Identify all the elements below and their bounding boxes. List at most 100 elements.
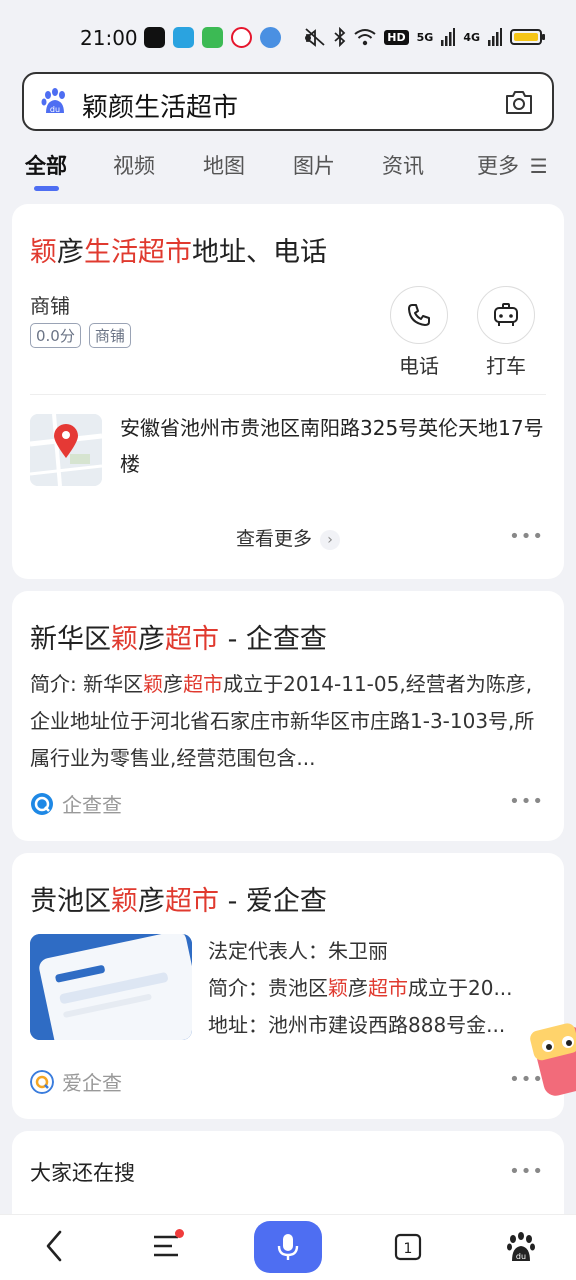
tab-images[interactable]: 图片	[293, 150, 335, 180]
svg-text:1: 1	[404, 1241, 413, 1257]
aqc-source[interactable]: 爱企查	[30, 1067, 122, 1096]
qcc-description: 简介: 新华区颖彦超市成立于2014-11-05,经营者为陈彦,企业地址位于河北…	[30, 666, 550, 777]
wifi-icon	[354, 29, 376, 46]
tab-video[interactable]: 视频	[113, 150, 155, 180]
store-card[interactable]: 颖彦生活超市地址、电话 商铺 0.0分 商铺 电话 打车 安徽省池州市贵池区南阳…	[12, 204, 564, 579]
store-badges: 0.0分 商铺	[30, 323, 131, 348]
map-pin-icon	[30, 414, 102, 486]
taxi-button[interactable]: 打车	[477, 286, 535, 379]
title-part: 颖	[111, 624, 138, 655]
notification-dot	[175, 1229, 184, 1238]
status-time: 21:00	[80, 26, 138, 50]
qcc-logo-icon	[31, 792, 53, 815]
title-part: 贵池区	[30, 886, 111, 917]
title-part: 超市	[165, 624, 219, 655]
chevron-right-icon: ›	[320, 529, 340, 550]
call-button[interactable]: 电话	[390, 286, 448, 379]
map-thumbnail[interactable]	[30, 414, 102, 486]
search-box[interactable]: du 颖颜生活超市	[22, 72, 554, 131]
desc-part: 简介: 新华区	[30, 672, 144, 696]
mascot-float-icon[interactable]	[530, 1020, 576, 1100]
title-part: 颖	[111, 886, 138, 917]
qcc-source[interactable]: 企查查	[30, 789, 122, 818]
tab-all[interactable]: 全部	[25, 150, 67, 180]
aqc-fields: 法定代表人：朱卫丽 简介：贵池区颖彦超市成立于20... 地址：池州市建设西路8…	[208, 933, 548, 1044]
title-part: 生活超市	[84, 237, 192, 268]
aqc-result-card[interactable]: 贵池区颖彦超市 - 爱企查 法定代表人：朱卫丽 简介：贵池区颖彦超市成立于20.…	[12, 853, 564, 1119]
microphone-icon	[277, 1234, 299, 1260]
store-address: 安徽省池州市贵池区南阳路325号英伦天地17号楼	[120, 416, 544, 476]
see-more-button[interactable]: 查看更多 ›	[12, 524, 564, 551]
menu-lines-icon: ☰	[529, 154, 548, 178]
baidu-paw-icon: du	[41, 88, 65, 114]
store-category: 商铺	[30, 294, 70, 318]
signal-icon-2	[488, 28, 502, 46]
svg-text:du: du	[516, 1252, 526, 1261]
phone-icon	[408, 304, 430, 326]
aqc-intro: 简介：贵池区颖彦超市成立于20...	[208, 970, 548, 1007]
notification-icons	[144, 27, 311, 48]
taxi-icon	[494, 303, 518, 326]
camera-icon[interactable]	[504, 88, 534, 116]
qcc-title[interactable]: 新华区颖彦超市 - 企查查	[30, 617, 327, 656]
tab-more-label: 更多	[477, 154, 519, 178]
related-searches-title: 大家还在搜	[30, 1161, 135, 1185]
type-badge: 商铺	[88, 323, 131, 348]
bluetooth-icon	[334, 27, 346, 47]
app-icon-telegram	[173, 27, 194, 48]
taxi-label: 打车	[486, 354, 526, 378]
more-options-icon[interactable]: •••	[509, 791, 544, 812]
title-part: 彦	[57, 237, 84, 268]
title-part: - 企查查	[219, 624, 327, 655]
intro-part: 成立于20...	[408, 976, 513, 1000]
store-title[interactable]: 颖彦生活超市地址、电话	[30, 230, 327, 269]
more-options-icon[interactable]: •••	[509, 526, 544, 547]
title-part: 地址、电话	[192, 237, 327, 268]
title-part: 超市	[165, 886, 219, 917]
status-bar: 21:00 HD 5G 4G	[0, 0, 576, 72]
tab-more[interactable]: 更多 ☰	[477, 150, 548, 180]
mute-icon	[305, 28, 325, 47]
tabs-count-icon[interactable]: 1	[394, 1232, 422, 1262]
call-label: 电话	[399, 354, 439, 378]
status-indicators: HD 5G 4G	[304, 27, 545, 47]
app-icon-dark	[144, 27, 165, 48]
intro-part: 超市	[368, 976, 408, 1000]
aqc-address: 地址：池州市建设西路888号金...	[208, 1013, 506, 1037]
divider	[30, 394, 546, 395]
back-arrow-icon[interactable]	[40, 1228, 68, 1264]
more-options-icon[interactable]: •••	[509, 1161, 544, 1182]
qcc-result-card[interactable]: 新华区颖彦超市 - 企查查 简介: 新华区颖彦超市成立于2014-11-05,经…	[12, 591, 564, 841]
battery-icon	[510, 29, 545, 45]
title-part: - 爱企查	[219, 886, 327, 917]
menu-button[interactable]	[152, 1229, 184, 1263]
app-icon-green	[202, 27, 223, 48]
qcc-source-label: 企查查	[62, 793, 122, 817]
baidu-home-icon[interactable]: du	[506, 1231, 536, 1263]
bottom-navigation: 1 du	[0, 1214, 576, 1280]
rating-badge: 0.0分	[30, 323, 81, 348]
weibo-icon	[231, 27, 252, 48]
search-query[interactable]: 颖颜生活超市	[82, 87, 238, 124]
title-part: 彦	[138, 886, 165, 917]
aqc-title[interactable]: 贵池区颖彦超市 - 爱企查	[30, 879, 327, 918]
network-4g-label: 4G	[463, 30, 480, 44]
tab-map[interactable]: 地图	[203, 150, 245, 180]
title-part: 彦	[138, 624, 165, 655]
title-part: 颖	[30, 237, 57, 268]
search-tabs: 全部 视频 地图 图片 资讯 更多 ☰	[0, 140, 576, 196]
tab-news[interactable]: 资讯	[382, 150, 424, 180]
aqc-thumbnail[interactable]	[30, 934, 192, 1040]
see-more-label: 查看更多	[235, 528, 312, 550]
title-part: 新华区	[30, 624, 111, 655]
intro-part: 简介：贵池区	[208, 976, 328, 1000]
app-icon-blue	[260, 27, 281, 48]
legal-representative: 法定代表人：朱卫丽	[208, 939, 388, 963]
intro-part: 颖	[328, 976, 348, 1000]
aqc-logo-icon	[30, 1069, 54, 1094]
voice-search-button[interactable]	[254, 1221, 322, 1273]
phone-screenshot-image	[30, 934, 192, 1040]
active-tab-indicator	[34, 186, 59, 191]
aqc-source-label: 爱企查	[62, 1071, 122, 1095]
hd-voice-badge: HD	[384, 29, 409, 45]
